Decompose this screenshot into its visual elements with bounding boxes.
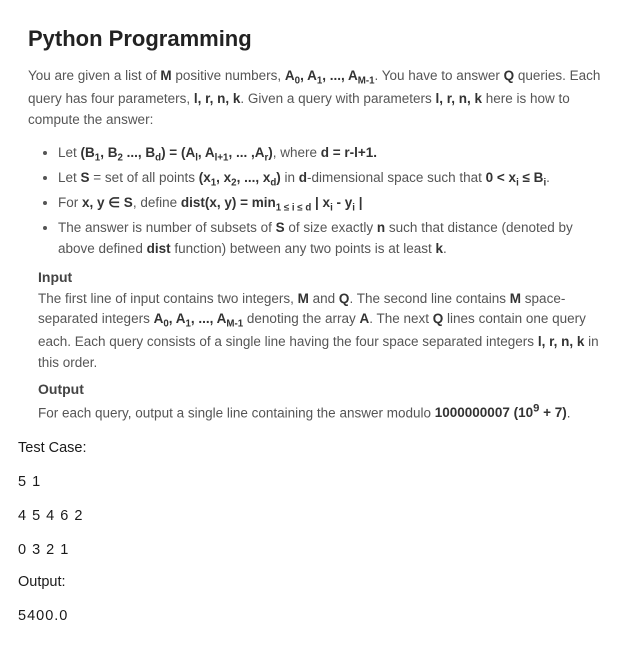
input-heading: Input	[38, 269, 613, 285]
document-page: Python Programming You are given a list …	[0, 0, 641, 644]
bullet-item: The answer is number of subsets of S of …	[58, 218, 613, 259]
output-body: For each query, output a single line con…	[38, 401, 613, 424]
bullet-item: Let (B1, B2 ..., Bd) = (Al, Al+1, ... ,A…	[58, 143, 613, 166]
testcase-line: 0 3 2 1	[18, 542, 613, 558]
output-label: Output:	[18, 574, 613, 590]
testcase-line: 5 1	[18, 474, 613, 490]
intro-paragraph: You are given a list of M positive numbe…	[28, 66, 613, 131]
output-value: 5400.0	[18, 608, 613, 624]
bullet-item: For x, y ∈ S, define dist(x, y) = min1 ≤…	[58, 193, 613, 216]
testcase-label: Test Case:	[18, 440, 613, 456]
page-title: Python Programming	[28, 26, 613, 52]
output-heading: Output	[38, 381, 613, 397]
testcase-block: Test Case: 5 1 4 5 4 6 2 0 3 2 1 Output:…	[18, 440, 613, 624]
input-body: The first line of input contains two int…	[38, 289, 613, 373]
testcase-line: 4 5 4 6 2	[18, 508, 613, 524]
bullet-item: Let S = set of all points (x1, x2, ..., …	[58, 168, 613, 191]
bullet-list: Let (B1, B2 ..., Bd) = (Al, Al+1, ... ,A…	[28, 143, 613, 259]
